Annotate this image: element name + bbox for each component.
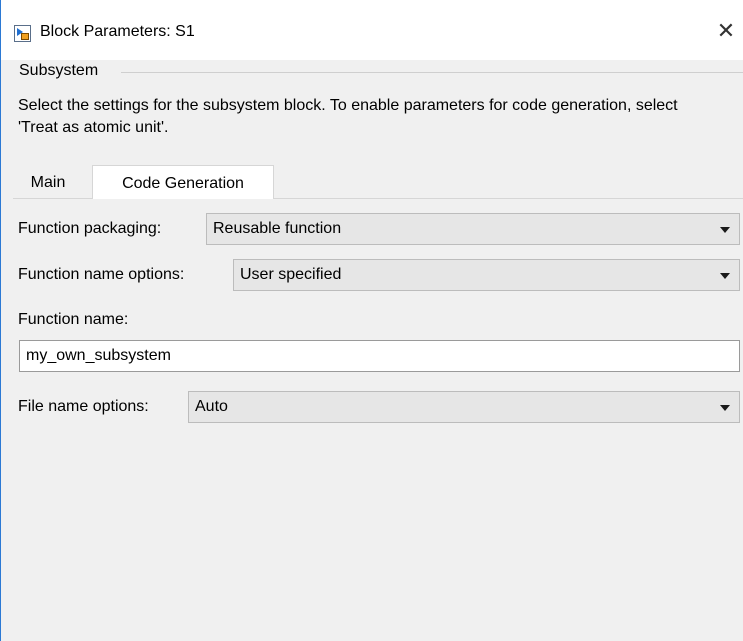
group-divider [121,72,743,73]
function-name-label: Function name: [18,311,129,328]
tab-main[interactable]: Main [17,173,79,197]
block-parameters-dialog: Block Parameters: S1 ✕ Subsystem Select … [0,0,743,641]
chevron-down-icon [720,273,730,279]
function-packaging-value: Reusable function [213,220,342,237]
simulink-block-icon [14,25,31,42]
window-title: Block Parameters: S1 [40,23,195,40]
block-icon-square [21,33,29,40]
subsystem-group-label: Subsystem [19,62,99,79]
function-name-options-value: User specified [240,266,342,283]
chevron-down-icon [720,227,730,233]
close-button[interactable]: ✕ [713,16,739,46]
function-name-options-label: Function name options: [18,266,185,283]
file-name-options-label: File name options: [18,398,149,415]
chevron-down-icon [720,405,730,411]
file-name-options-dropdown[interactable]: Auto [188,391,740,423]
tab-code-generation[interactable]: Code Generation [92,165,274,200]
title-bar: Block Parameters: S1 ✕ [1,0,743,60]
function-name-options-dropdown[interactable]: User specified [233,259,740,291]
subsystem-description: Select the settings for the subsystem bl… [18,97,678,136]
function-packaging-dropdown[interactable]: Reusable function [206,213,740,245]
function-name-field[interactable] [19,340,740,372]
function-packaging-label: Function packaging: [18,220,162,237]
file-name-options-value: Auto [195,398,228,415]
